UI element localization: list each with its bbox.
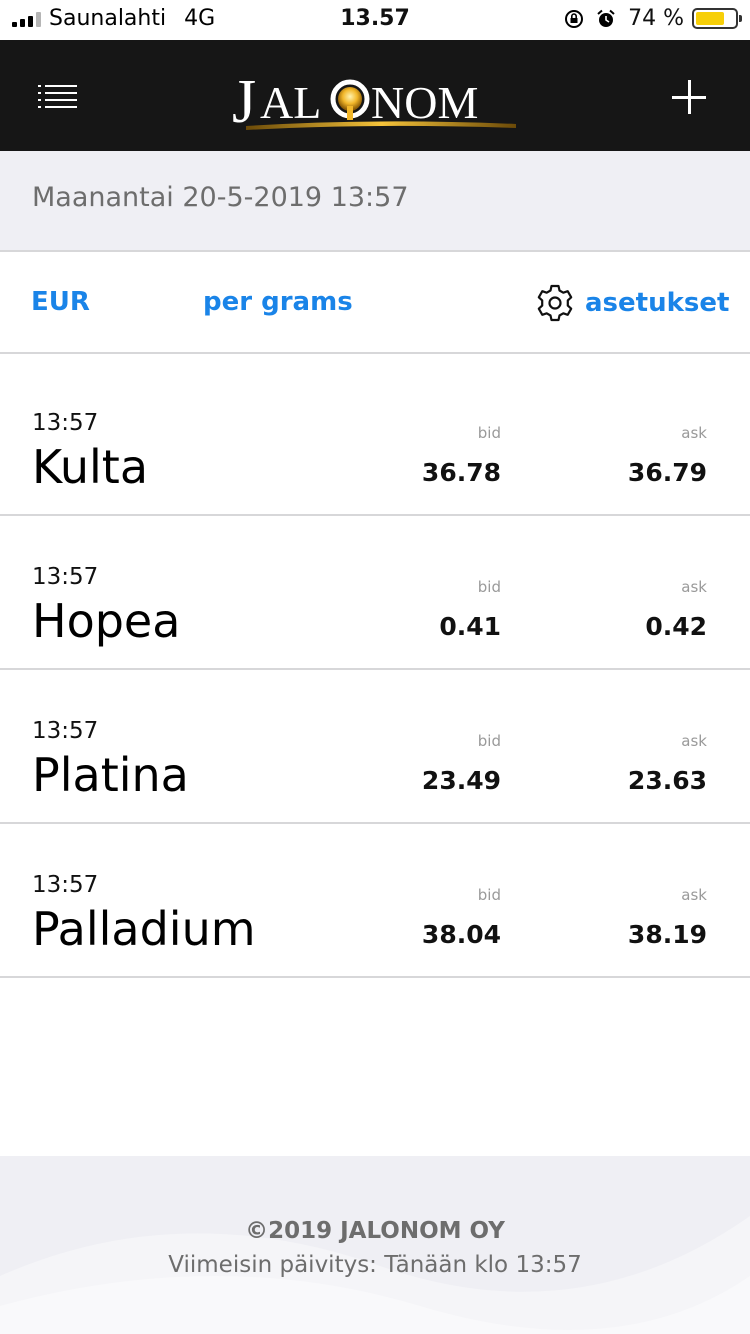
battery-level [696, 12, 725, 25]
last-updated-text: Viimeisin päivitys: Tänään klo 13:57 [168, 1252, 582, 1278]
ask-label: ask [681, 732, 707, 750]
bid-value: 38.04 [421, 920, 501, 949]
row-time: 13:57 [32, 872, 99, 898]
metal-row-palladium[interactable]: 13:57 Palladium bid ask 38.04 38.19 [0, 824, 750, 978]
status-bar: Saunalahti 4G 13.57 74 % [0, 0, 750, 40]
settings-button[interactable]: asetukset [536, 284, 729, 322]
menu-button[interactable] [38, 84, 80, 110]
add-button[interactable] [670, 78, 708, 116]
options-bar: EUR per grams asetukset [0, 252, 750, 354]
svg-text:AL: AL [260, 77, 321, 128]
bid-label: bid [477, 732, 501, 750]
footer-background-waves [0, 1216, 750, 1334]
jalonom-logo: J AL NOM [232, 68, 516, 134]
bid-value: 23.49 [421, 766, 501, 795]
row-time: 13:57 [32, 718, 99, 744]
battery-percent: 74 % [628, 6, 684, 31]
bid-label: bid [477, 578, 501, 596]
currency-selector[interactable]: EUR [31, 287, 90, 317]
svg-text:NOM: NOM [371, 77, 478, 128]
bid-label: bid [477, 886, 501, 904]
current-date: Maanantai 20-5-2019 13:57 [32, 182, 409, 213]
ask-value: 38.19 [627, 920, 707, 949]
footer: ©2019 JALONOM OY Viimeisin päivitys: Tän… [0, 1156, 750, 1334]
ask-value: 23.63 [627, 766, 707, 795]
metal-name: Palladium [32, 902, 256, 956]
settings-label: asetukset [585, 288, 730, 318]
row-time: 13:57 [32, 410, 99, 436]
bid-label: bid [477, 424, 501, 442]
alarm-icon [597, 9, 615, 27]
orientation-lock-icon [565, 9, 584, 28]
copyright-text: ©2019 JALONOM OY [245, 1218, 505, 1244]
app-header: J AL NOM [0, 40, 750, 151]
ask-value: 0.42 [645, 612, 707, 641]
bid-value: 36.78 [421, 458, 501, 487]
metal-row-hopea[interactable]: 13:57 Hopea bid ask 0.41 0.42 [0, 516, 750, 670]
ask-label: ask [681, 578, 707, 596]
bid-value: 0.41 [439, 612, 501, 641]
row-time: 13:57 [32, 564, 99, 590]
unit-selector[interactable]: per grams [203, 287, 353, 317]
metal-row-platina[interactable]: 13:57 Platina bid ask 23.49 23.63 [0, 670, 750, 824]
gear-icon [537, 284, 573, 322]
metal-name: Kulta [32, 440, 149, 494]
ask-value: 36.79 [627, 458, 707, 487]
metal-row-kulta[interactable]: 13:57 Kulta bid ask 36.78 36.79 [0, 362, 750, 516]
ask-label: ask [681, 424, 707, 442]
metal-name: Hopea [32, 594, 181, 648]
svg-text:J: J [232, 68, 256, 134]
menu-icon [38, 85, 77, 108]
battery-icon [692, 8, 742, 29]
status-right: 74 % [564, 6, 742, 31]
metal-name: Platina [32, 748, 189, 802]
ask-label: ask [681, 886, 707, 904]
date-bar: Maanantai 20-5-2019 13:57 [0, 151, 750, 252]
